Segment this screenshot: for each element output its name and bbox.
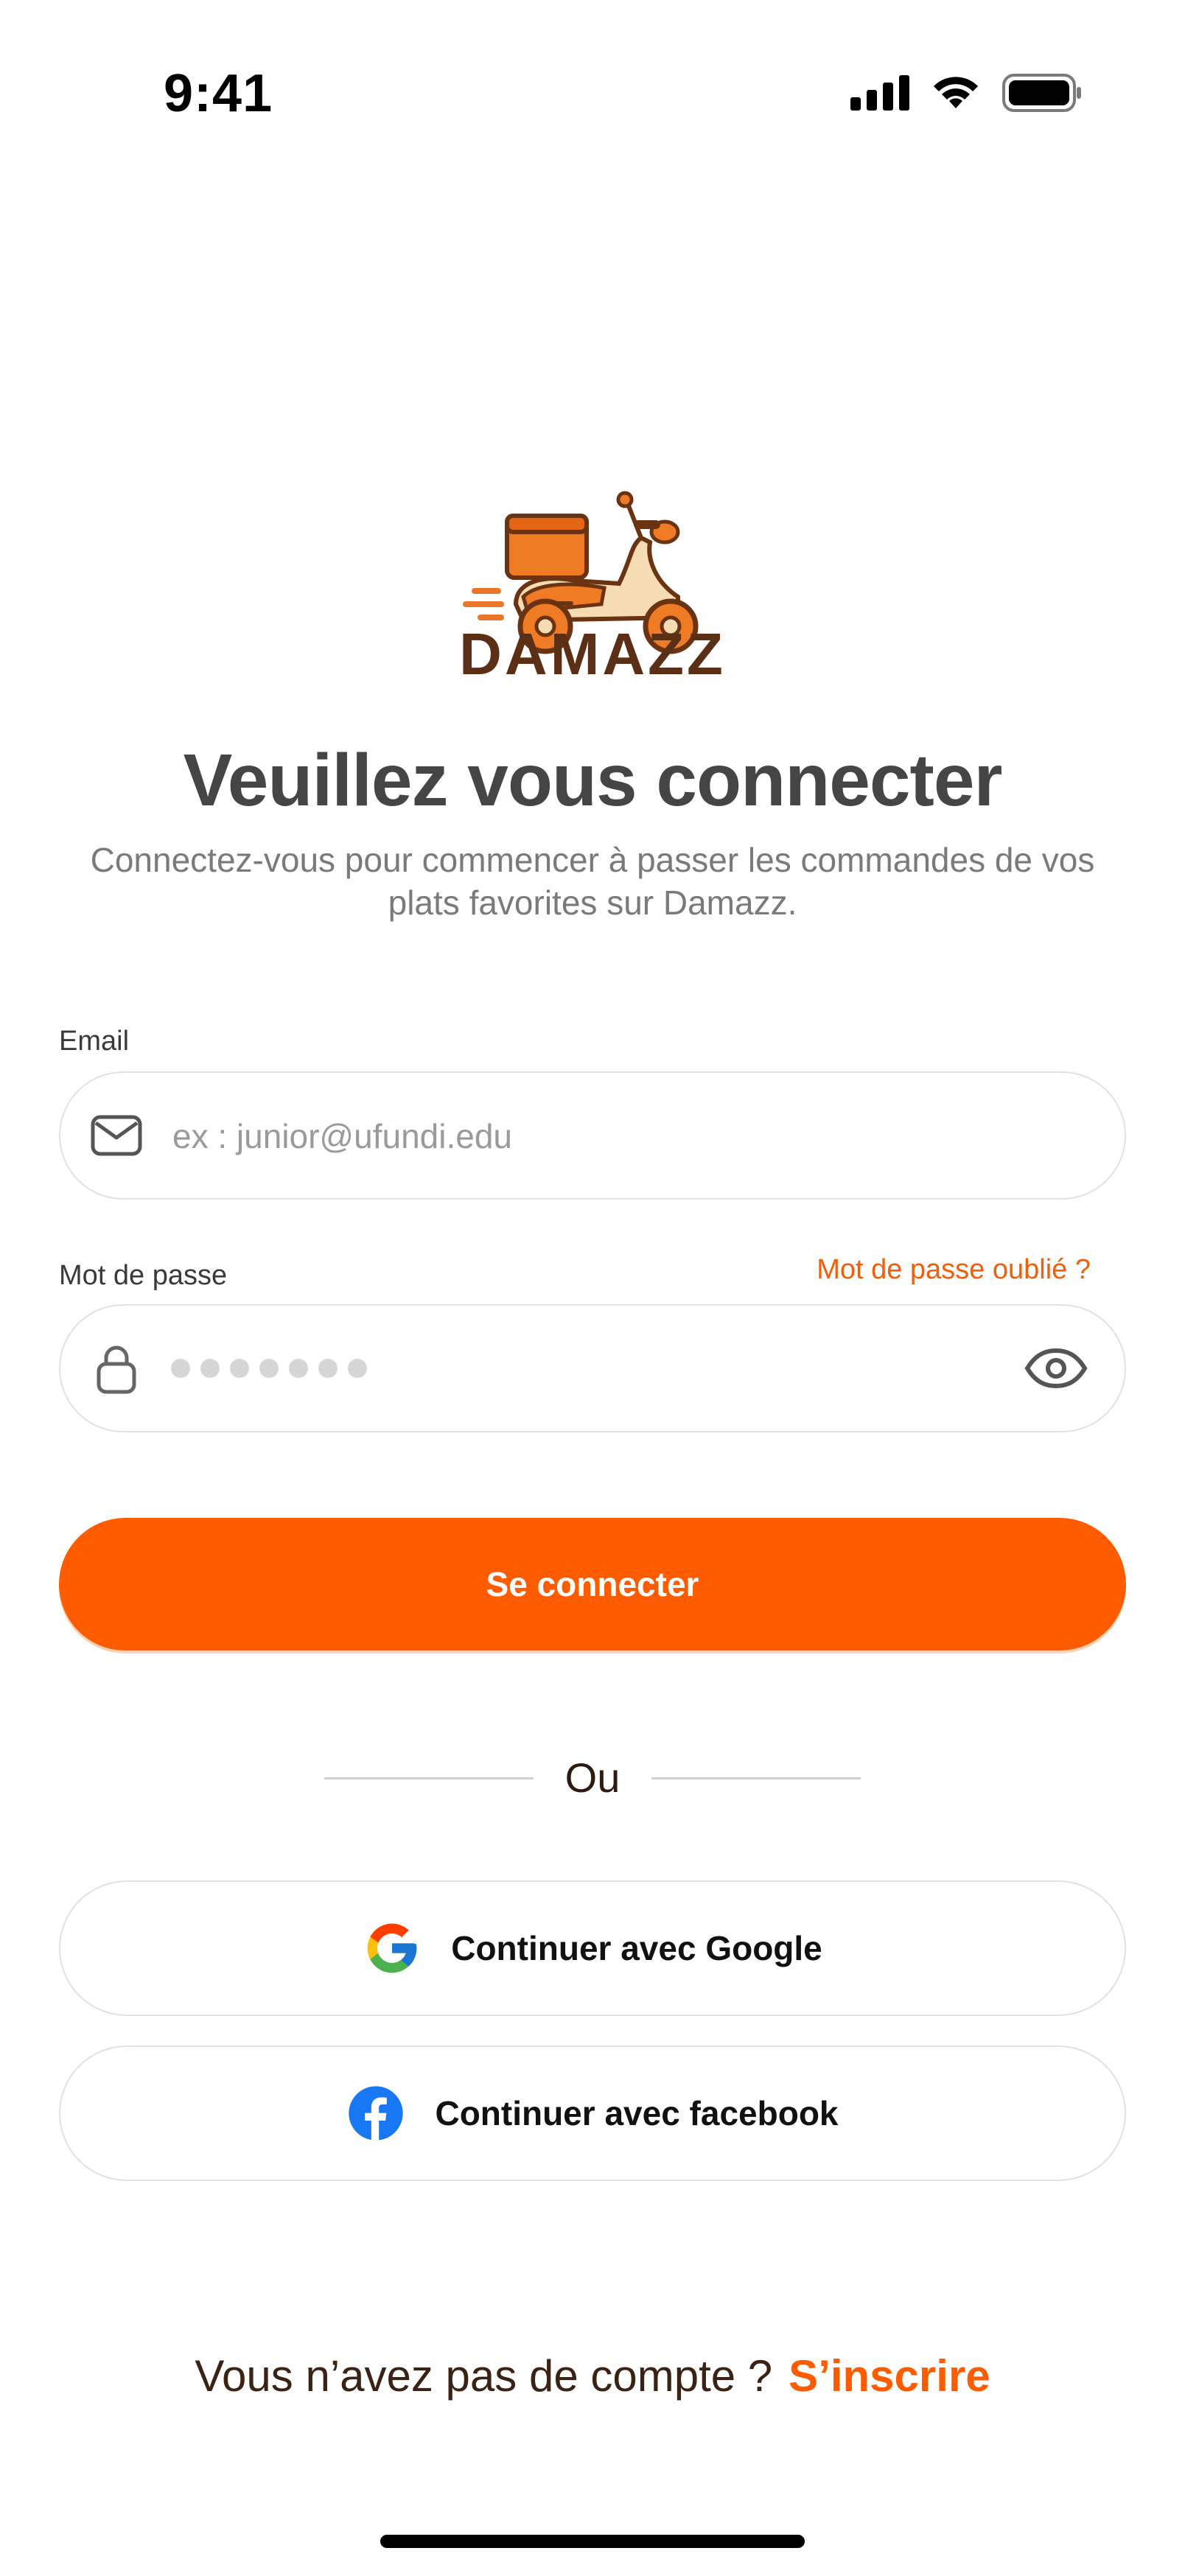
email-field[interactable] <box>59 1071 1126 1200</box>
password-label: Mot de passe <box>59 1260 228 1291</box>
wifi-icon <box>934 77 978 108</box>
lock-icon <box>97 1345 136 1394</box>
divider-label: Ou <box>564 1754 621 1801</box>
battery-icon <box>1002 74 1081 112</box>
brand-name: DAMAZZ <box>459 621 726 687</box>
mail-icon <box>91 1115 142 1156</box>
eye-icon[interactable] <box>1024 1348 1088 1389</box>
login-button[interactable]: Se connecter <box>59 1518 1126 1651</box>
facebook-login-button[interactable]: Continuer avec facebook <box>59 2045 1126 2181</box>
home-indicator <box>380 2535 805 2548</box>
signup-prompt: Vous n’avez pas de compte ? S’inscrire <box>0 2351 1185 2401</box>
google-icon <box>367 1923 417 1973</box>
google-login-label: Continuer avec Google <box>451 1929 822 1967</box>
signup-link[interactable]: S’inscrire <box>789 2351 990 2401</box>
facebook-login-label: Continuer avec facebook <box>435 2094 839 2132</box>
divider-line-right <box>651 1777 861 1779</box>
signup-prompt-text: Vous n’avez pas de compte ? <box>195 2351 773 2401</box>
login-screen: 9:41 DAMAZZ Veuillez vous connecter Conn… <box>0 0 1185 2576</box>
password-masked-value[interactable] <box>171 1359 367 1378</box>
status-time: 9:41 <box>164 64 273 123</box>
facebook-icon <box>349 2086 404 2141</box>
email-label: Email <box>59 1026 130 1057</box>
forgot-password-link[interactable]: Mot de passe oublié ? <box>817 1254 1091 1286</box>
status-icons <box>850 74 1082 112</box>
page-title: Veuillez vous connecter <box>183 739 1003 822</box>
email-input[interactable] <box>171 1073 1021 1200</box>
page-subtitle: Connectez-vous pour commencer à passer l… <box>90 841 1095 922</box>
google-login-button[interactable]: Continuer avec Google <box>59 1880 1126 2016</box>
signal-icon <box>850 75 909 111</box>
password-field[interactable] <box>59 1304 1126 1432</box>
